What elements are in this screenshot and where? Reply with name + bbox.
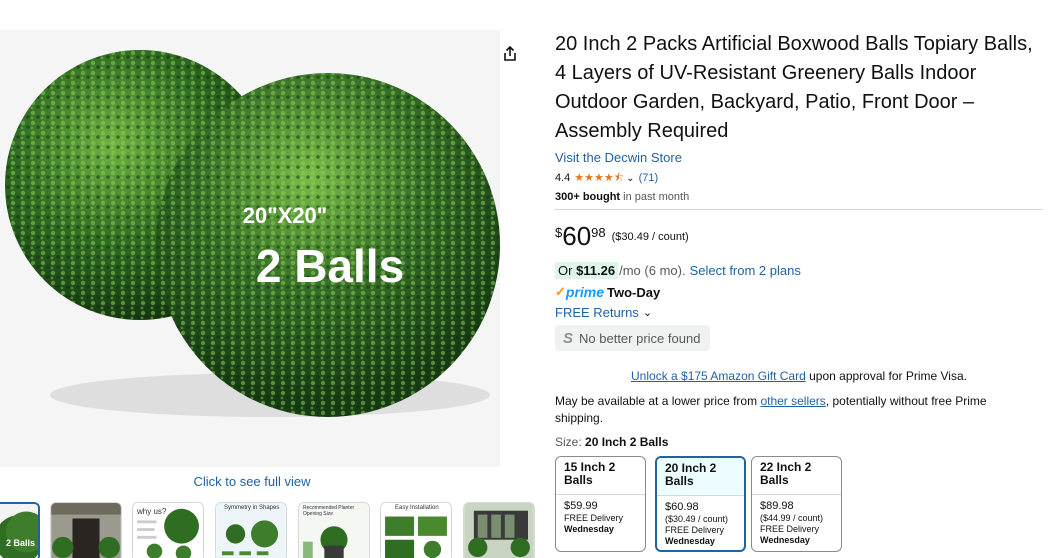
gift-card-link[interactable]: Unlock a $175 Amazon Gift Card xyxy=(631,369,806,383)
thumbnail-5[interactable]: Recommended Planter Opening Size xyxy=(298,502,370,558)
size-label: Size: 20 Inch 2 Balls xyxy=(555,435,669,449)
size-option-15-inch[interactable]: 15 Inch 2 Balls $59.99 FREE Delivery Wed… xyxy=(555,456,646,552)
thumbnail-6-label: Easy Installation xyxy=(395,505,439,511)
price-tracker-icon: S xyxy=(563,329,574,347)
size-options: 15 Inch 2 Balls $59.99 FREE Delivery Wed… xyxy=(555,456,1045,556)
thumbnail-1-label: 2 Balls xyxy=(6,538,36,548)
prime-logo: prime xyxy=(565,284,605,300)
prime-check-icon: ✓ xyxy=(555,284,566,299)
select-plans-link[interactable]: Select from 2 plans xyxy=(690,263,801,278)
thumbnail-3[interactable]: why us? xyxy=(132,502,204,558)
rating-count-link[interactable]: (71) xyxy=(639,172,659,184)
thumbnail-3-label: why us? xyxy=(137,507,167,516)
product-main-image[interactable]: 20"X20" 2 Balls xyxy=(0,30,500,467)
chevron-down-icon: ⌄ xyxy=(642,307,653,319)
thumbnail-4[interactable]: Symmetry in Shapes xyxy=(215,502,287,558)
divider xyxy=(555,209,1043,210)
boxwood-balls-image: 20"X20" 2 Balls xyxy=(0,30,500,467)
overlay-size-text: 20"X20" xyxy=(243,203,327,228)
monthly-payment: Or $11.26 /mo (6 mo). Select from 2 plan… xyxy=(555,260,1045,280)
thumbnail-4-label: Symmetry in Shapes xyxy=(224,505,280,511)
thumbnail-2[interactable] xyxy=(50,502,122,558)
chevron-down-icon[interactable]: ⌄ xyxy=(626,173,634,184)
overlay-count-text: 2 Balls xyxy=(256,240,404,292)
thumbnail-5-label: Recommended Planter Opening Size xyxy=(303,505,355,517)
free-returns-link[interactable]: FREE Returns ⌄ xyxy=(555,304,1045,321)
no-better-price-badge: S No better price found xyxy=(555,325,711,351)
price-per-unit: ($30.49 / count) xyxy=(611,231,689,243)
full-view-link[interactable]: Click to see full view xyxy=(152,474,352,489)
price-currency: $ xyxy=(555,225,563,240)
prime-delivery: ✓ prime Two-Day xyxy=(555,283,1045,301)
gift-card-offer: Unlock a $175 Amazon Gift Card upon appr… xyxy=(631,369,967,383)
rating-value: 4.4 xyxy=(555,172,571,184)
price-whole: 60 xyxy=(562,221,592,251)
thumbnail-7[interactable] xyxy=(463,502,535,558)
store-link[interactable]: Visit the Decwin Store xyxy=(555,150,682,165)
other-sellers-link[interactable]: other sellers xyxy=(760,394,825,408)
monthly-term: /mo (6 mo). xyxy=(619,262,686,278)
thumbnail-6[interactable]: Easy Installation xyxy=(380,502,452,558)
star-rating-icon[interactable]: ★★★★⯪ xyxy=(574,169,624,188)
thumbnail-1[interactable]: 2 Balls xyxy=(0,502,40,558)
bought-count: 300+ bought in past month xyxy=(555,191,690,203)
thumbnail-strip: 2 Balls why us? Symmetry in Shapes Recom… xyxy=(0,502,540,558)
prime-speed: Two-Day xyxy=(607,284,661,300)
lower-price-notice: May be available at a lower price from o… xyxy=(555,394,987,425)
size-option-20-inch[interactable]: 20 Inch 2 Balls $60.98 ($30.49 / count) … xyxy=(655,456,746,552)
product-details: 20 Inch 2 Packs Artificial Boxwood Balls… xyxy=(555,30,1045,552)
price-fraction: 98 xyxy=(591,225,606,240)
size-option-22-inch[interactable]: 22 Inch 2 Balls $89.98 ($44.99 / count) … xyxy=(751,456,842,552)
monthly-badge: Or $11.26 xyxy=(555,261,619,279)
share-icon[interactable] xyxy=(500,44,520,64)
product-title: 20 Inch 2 Packs Artificial Boxwood Balls… xyxy=(555,33,1033,142)
price: $ 60 98 ($30.49 / count) xyxy=(555,223,1045,251)
size-selected: 20 Inch 2 Balls xyxy=(585,435,669,449)
rating-row: 4.4 ★★★★⯪ ⌄ (71) xyxy=(555,171,1045,185)
